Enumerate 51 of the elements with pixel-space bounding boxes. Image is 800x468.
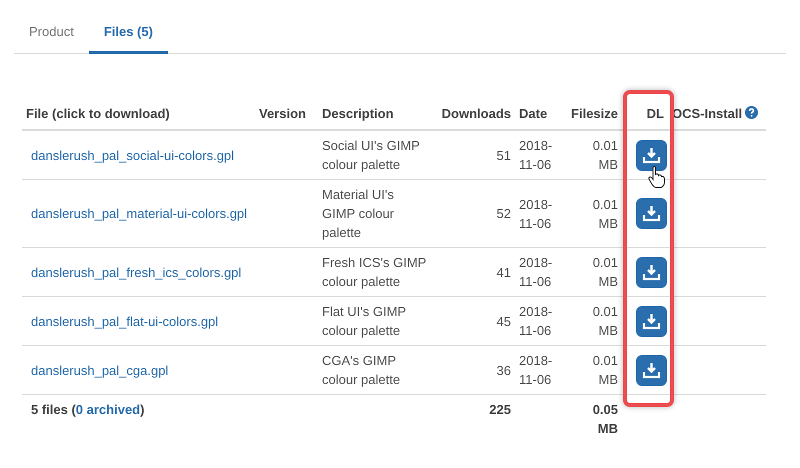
filesize: 0.01 MB — [592, 138, 618, 172]
description: CGA's GIMP colour palette — [322, 353, 400, 387]
date: 2018-11-06 — [519, 196, 552, 230]
file-link[interactable]: danslerush_pal_cga.gpl — [26, 360, 168, 380]
download-count: 36 — [496, 362, 511, 378]
description: Social UI's GIMP colour palette — [322, 138, 420, 172]
file-link[interactable]: danslerush_pal_material-ui-colors.gpl — [26, 204, 248, 223]
date: 2018-11-06 — [519, 304, 552, 338]
column-header: OCS-Install — [668, 100, 766, 130]
download-button[interactable] — [636, 306, 667, 336]
column-header: Downloads — [432, 100, 515, 130]
description: Material UI's GIMP colour palette — [322, 187, 394, 240]
download-count: 52 — [496, 206, 511, 221]
filesize: 0.01 MB — [592, 353, 618, 387]
date: 2018-11-06 — [519, 353, 552, 387]
filesize-total: 0.05 MB — [592, 402, 618, 436]
file-link[interactable]: danslerush_pal_fresh_ics_colors.gpl — [26, 262, 242, 282]
download-count: 41 — [496, 264, 511, 280]
download-icon — [642, 362, 661, 378]
download-count: 51 — [496, 148, 511, 162]
downloads-total: 225 — [489, 402, 511, 417]
hand-cursor-icon — [648, 166, 666, 188]
column-header: Filesize — [560, 100, 622, 130]
download-count: 45 — [496, 314, 511, 328]
filesize: 0.01 MB — [592, 304, 618, 338]
download-button[interactable] — [636, 198, 667, 229]
description: Fresh ICS's GIMP colour palette — [322, 255, 426, 289]
file-link[interactable]: danslerush_pal_flat-ui-colors.gpl — [26, 312, 218, 330]
column-header: Description — [318, 100, 432, 130]
column-header: Date — [515, 100, 560, 130]
download-button[interactable] — [636, 354, 667, 386]
column-header: File (click to download) — [22, 100, 255, 130]
column-header: Version — [255, 100, 318, 130]
filesize: 0.01 MB — [592, 196, 618, 230]
archived-link[interactable]: 0 archived — [76, 402, 140, 417]
download-icon — [642, 146, 661, 164]
date: 2018-11-06 — [519, 138, 552, 172]
download-icon — [642, 205, 661, 222]
download-button[interactable] — [636, 140, 667, 170]
description: Flat UI's GIMP colour palette — [322, 304, 406, 338]
tab[interactable]: Product — [14, 20, 89, 54]
download-icon — [642, 264, 661, 280]
help-icon[interactable] — [745, 106, 758, 119]
filesize: 0.01 MB — [592, 255, 618, 289]
file-count: 5 files (0 archived) — [30, 402, 144, 417]
download-button[interactable] — [636, 256, 667, 288]
column-header: DL — [622, 100, 668, 130]
file-link[interactable]: danslerush_pal_social-ui-colors.gpl — [26, 146, 234, 164]
date: 2018-11-06 — [519, 255, 552, 289]
download-icon — [642, 312, 661, 330]
tab[interactable]: Files (5) — [88, 20, 168, 54]
